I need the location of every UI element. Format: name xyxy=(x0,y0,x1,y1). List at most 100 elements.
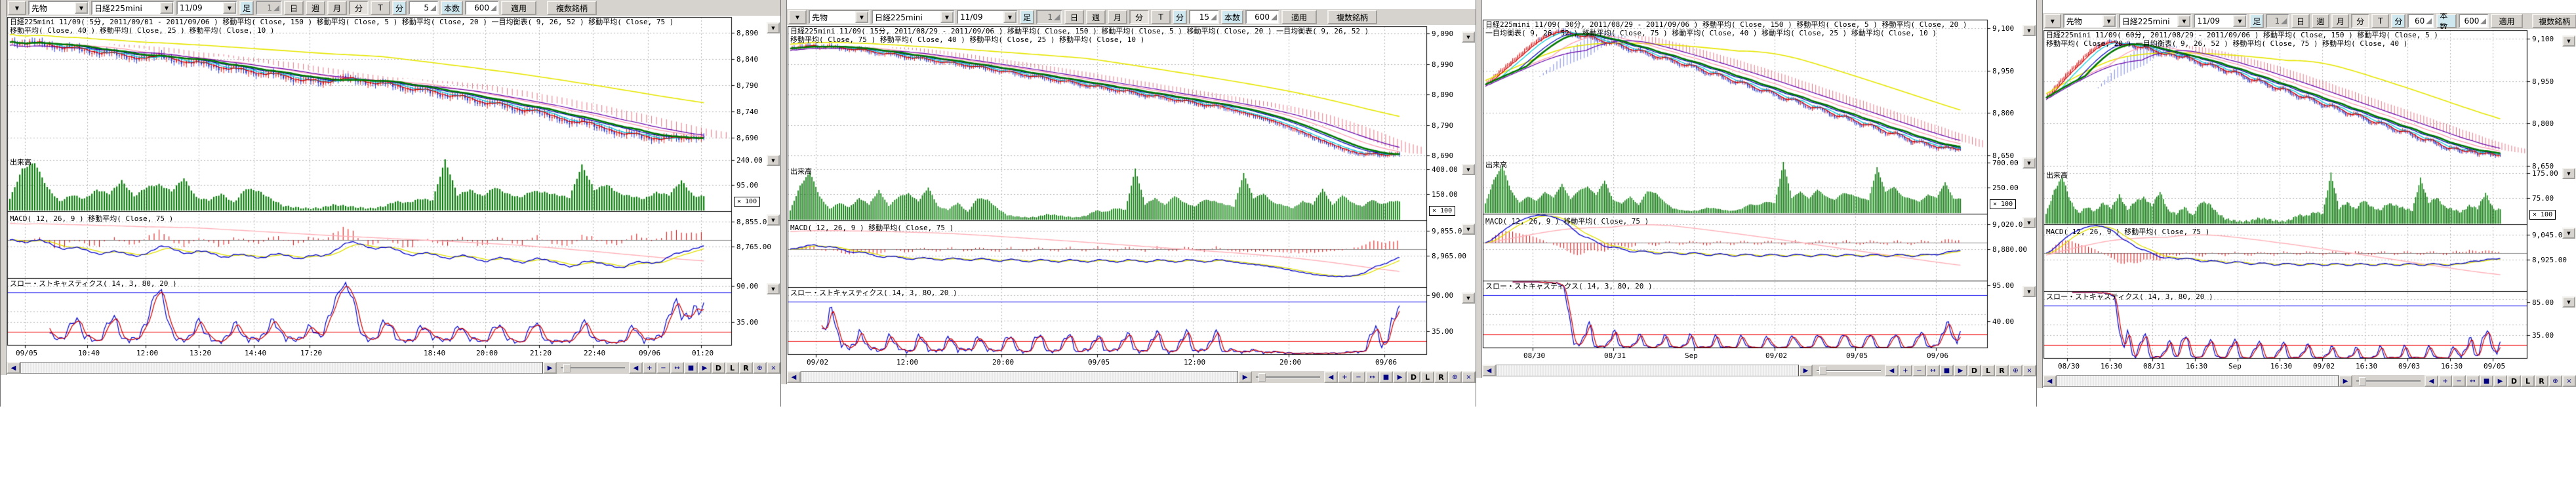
r-mode-button[interactable]: R xyxy=(739,362,753,374)
scroll-left-button[interactable]: ◀ xyxy=(7,362,20,374)
slider-thumb[interactable] xyxy=(1258,373,1266,382)
step-left-button[interactable]: ◀ xyxy=(629,362,643,374)
play-button[interactable]: ▶ xyxy=(1393,371,1407,383)
stoch-axis-label: 35.00 xyxy=(2532,332,2554,339)
l-mode-button[interactable]: L xyxy=(2521,375,2535,387)
pane-collapse-button[interactable]: ▼ xyxy=(2562,228,2575,239)
time-axis-label: 21:20 xyxy=(530,350,552,357)
magnifier-button[interactable]: ⊕ xyxy=(2548,375,2562,387)
zoom-in-button[interactable]: + xyxy=(1899,365,1912,376)
pane-collapse-button[interactable]: ▼ xyxy=(2562,168,2575,179)
fit-width-button[interactable]: ↔ xyxy=(1926,365,1940,376)
slider-thumb[interactable] xyxy=(2359,377,2366,386)
bar-width-slider[interactable] xyxy=(1252,371,1324,383)
chart-plot-canvas[interactable] xyxy=(1476,0,2037,407)
pane-collapse-button[interactable]: ▼ xyxy=(1462,164,1475,175)
zoom-out-button[interactable]: − xyxy=(1352,371,1365,383)
slider-thumb[interactable] xyxy=(1819,367,1826,375)
pane-collapse-button[interactable]: ▼ xyxy=(2023,157,2036,169)
scroll-pager-button[interactable]: ▶ xyxy=(2339,375,2352,387)
d-mode-button[interactable]: D xyxy=(712,362,725,374)
pane-collapse-button[interactable]: ▼ xyxy=(1462,224,1475,235)
zoom-out-button[interactable]: − xyxy=(2452,375,2466,387)
play-button[interactable]: ▶ xyxy=(2493,375,2507,387)
scrollbar-track[interactable] xyxy=(20,362,543,374)
chart-plot-canvas[interactable] xyxy=(1,0,781,407)
stop-button[interactable]: ■ xyxy=(1940,365,1954,376)
pane-collapse-button[interactable]: ▼ xyxy=(1462,31,1475,43)
scrollbar-track[interactable] xyxy=(801,371,1238,383)
pane-collapse-button[interactable]: ▼ xyxy=(767,155,780,166)
chart-panel: ▼先物▼日経225mini▼11/09▼足1日週月分T分5本数600適用複数銘柄… xyxy=(0,0,781,407)
fit-width-button[interactable]: ↔ xyxy=(2466,375,2480,387)
r-mode-button[interactable]: R xyxy=(2535,375,2548,387)
zoom-out-button[interactable]: − xyxy=(656,362,670,374)
zoom-in-button[interactable]: + xyxy=(643,362,656,374)
stop-button[interactable]: ■ xyxy=(1379,371,1393,383)
fit-width-button[interactable]: ↔ xyxy=(1365,371,1379,383)
l-mode-button[interactable]: L xyxy=(1981,365,1995,376)
d-mode-button[interactable]: D xyxy=(1407,371,1420,383)
scroll-left-button[interactable]: ◀ xyxy=(787,371,801,383)
bar-width-slider[interactable] xyxy=(2352,375,2425,387)
pane-collapse-button[interactable]: ▼ xyxy=(2023,286,2036,297)
pane-collapse-button[interactable]: ▼ xyxy=(2023,25,2036,36)
time-axis-label: 14:40 xyxy=(245,350,266,357)
pane-collapse-button[interactable]: ▼ xyxy=(2562,35,2575,47)
magnifier-button[interactable]: ⊕ xyxy=(2009,365,2023,376)
stoch-axis-label: 95.00 xyxy=(1992,282,2014,289)
time-axis-label: 09/02 xyxy=(2313,363,2335,370)
d-mode-button[interactable]: D xyxy=(1967,365,1981,376)
scrollbar-track[interactable] xyxy=(1496,365,1799,376)
time-axis-label: 20:00 xyxy=(476,350,498,357)
scroll-pager-button[interactable]: ▶ xyxy=(1799,365,1813,376)
pane-collapse-button[interactable]: ▼ xyxy=(767,22,780,33)
price-axis-label: 8,990 xyxy=(1432,61,1453,68)
stop-button[interactable]: ■ xyxy=(684,362,698,374)
scroll-pager-button[interactable]: ▶ xyxy=(543,362,557,374)
play-button[interactable]: ▶ xyxy=(1954,365,1967,376)
price-axis-label: 8,690 xyxy=(736,134,758,142)
close-button[interactable]: × xyxy=(767,362,780,374)
scroll-left-button[interactable]: ◀ xyxy=(1482,365,1496,376)
step-left-button[interactable]: ◀ xyxy=(1324,371,1338,383)
zoom-out-button[interactable]: − xyxy=(1912,365,1926,376)
pane-collapse-button[interactable]: ▼ xyxy=(767,214,780,226)
stoch-axis-label: 40.00 xyxy=(1992,318,2014,325)
pane-collapse-button[interactable]: ▼ xyxy=(1462,292,1475,304)
play-button[interactable]: ▶ xyxy=(698,362,712,374)
time-axis-label: 17:20 xyxy=(300,350,322,357)
bar-width-slider[interactable] xyxy=(557,362,629,374)
chart-plot-canvas[interactable] xyxy=(781,0,1476,407)
time-axis-label: 12:00 xyxy=(896,359,918,366)
scroll-left-button[interactable]: ◀ xyxy=(2043,375,2057,387)
magnifier-button[interactable]: ⊕ xyxy=(753,362,767,374)
scroll-pager-button[interactable]: ▶ xyxy=(1238,371,1252,383)
magnifier-button[interactable]: ⊕ xyxy=(1448,371,1462,383)
pane-collapse-button[interactable]: ▼ xyxy=(2023,217,2036,228)
slider-thumb[interactable] xyxy=(563,364,571,372)
zoom-in-button[interactable]: + xyxy=(2438,375,2452,387)
scrollbar-track[interactable] xyxy=(2057,375,2339,387)
step-left-button[interactable]: ◀ xyxy=(2425,375,2438,387)
chart-plot-canvas[interactable] xyxy=(2037,0,2576,407)
close-button[interactable]: × xyxy=(2562,375,2576,387)
r-mode-button[interactable]: R xyxy=(1434,371,1448,383)
macd-axis-label: 8,880.00 xyxy=(1992,246,2027,253)
pane-collapse-button[interactable]: ▼ xyxy=(2562,296,2575,308)
pane-collapse-button[interactable]: ▼ xyxy=(767,283,780,294)
stoch-axis-label: 35.00 xyxy=(1432,328,1453,335)
close-button[interactable]: × xyxy=(1462,371,1476,383)
time-axis-label: 08/31 xyxy=(1604,352,1626,359)
bar-width-slider[interactable] xyxy=(1813,365,1885,376)
l-mode-button[interactable]: L xyxy=(725,362,739,374)
stop-button[interactable]: ■ xyxy=(2480,375,2493,387)
r-mode-button[interactable]: R xyxy=(1995,365,2009,376)
zoom-in-button[interactable]: + xyxy=(1338,371,1352,383)
close-button[interactable]: × xyxy=(2023,365,2036,376)
l-mode-button[interactable]: L xyxy=(1420,371,1434,383)
d-mode-button[interactable]: D xyxy=(2507,375,2521,387)
fit-width-button[interactable]: ↔ xyxy=(670,362,684,374)
step-left-button[interactable]: ◀ xyxy=(1885,365,1899,376)
time-axis-label: 18:40 xyxy=(424,350,445,357)
